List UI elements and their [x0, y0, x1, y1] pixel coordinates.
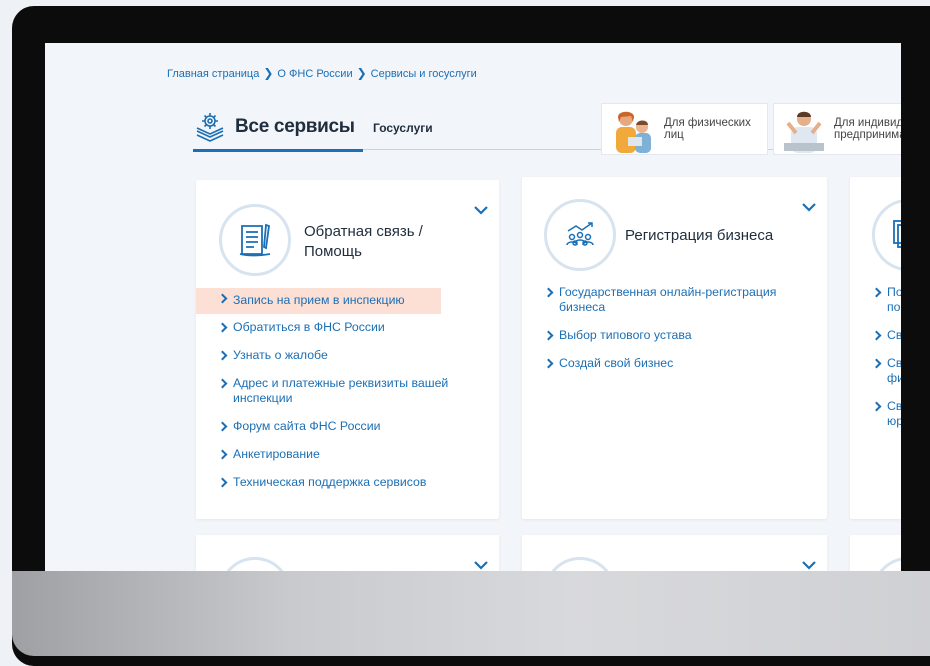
tab-gosuslugi[interactable]: Госуслуги	[373, 121, 433, 135]
breadcrumb-home[interactable]: Главная страница	[167, 68, 259, 80]
business-growth-icon	[566, 222, 594, 246]
chevron-down-icon[interactable]	[801, 559, 817, 571]
breadcrumb: Главная страница ❯ О ФНС России ❯ Сервисы и …	[167, 66, 477, 80]
segment-individuals[interactable]: Для физических лиц	[601, 103, 768, 155]
gear-layers-icon	[196, 113, 224, 142]
link-create-business[interactable]: Создай свой бизнес	[522, 353, 827, 374]
link-partial[interactable]: Св фи	[850, 353, 901, 389]
link-standard-charter[interactable]: Выбор типового устава	[522, 325, 827, 346]
card-title: Обратная связь / Помощь	[304, 223, 423, 260]
link-list: Государственная онлайн-регистрация бизне…	[522, 282, 827, 374]
breadcrumb-current: Сервисы и госуслуги	[370, 68, 477, 80]
document-pen-icon	[239, 223, 271, 257]
link-forum[interactable]: Форум сайта ФНС России	[196, 416, 499, 437]
card-partial-right: По по Св Св фи Св юр	[850, 177, 901, 519]
segment-individuals-label: Для физических лиц	[664, 117, 751, 141]
card-business-registration: Регистрация бизнеса Государственная онла…	[522, 177, 827, 519]
card-icon-circle	[544, 557, 616, 571]
link-list: Запись на прием в инспекцию Обратиться в…	[196, 288, 499, 493]
card-icon-circle	[219, 204, 291, 276]
link-inspection-address[interactable]: Адрес и платежные реквизиты вашей инспек…	[196, 373, 499, 409]
card-feedback-help: Обратная связь / Помощь Запись на прием …	[196, 180, 499, 519]
segment-entrepreneurs[interactable]: Для индивидуальных предпринимателей	[773, 103, 901, 155]
laptop-base	[12, 571, 930, 656]
link-appointment[interactable]: Запись на прием в инспекцию	[196, 288, 441, 314]
link-tech-support[interactable]: Техническая поддержка сервисов	[196, 472, 499, 493]
card-icon-circle	[219, 557, 291, 571]
card-icon-circle	[544, 199, 616, 271]
breadcrumb-separator: ❯	[356, 66, 367, 80]
card-bottom-3	[850, 535, 901, 571]
segment-entrepreneurs-label: Для индивидуальных предпринимателей	[834, 117, 901, 141]
tab-all-services-label: Все сервисы	[235, 116, 355, 137]
chevron-down-icon[interactable]	[801, 201, 817, 213]
card-bottom-1	[196, 535, 499, 571]
family-photo-icon	[616, 111, 651, 153]
tab-all-services[interactable]: Все сервисы	[193, 105, 363, 152]
breadcrumb-separator: ❯	[263, 66, 274, 80]
link-partial[interactable]: Св юр	[850, 396, 901, 432]
breadcrumb-about[interactable]: О ФНС России	[277, 68, 352, 80]
chevron-down-icon[interactable]	[473, 204, 489, 216]
link-list: По по Св Св фи Св юр	[850, 282, 901, 432]
link-survey[interactable]: Анкетирование	[196, 444, 499, 465]
browser-screen: Главная страница ❯ О ФНС России ❯ Сервисы и …	[45, 43, 901, 571]
document-stack-icon	[893, 220, 901, 248]
chevron-down-icon[interactable]	[473, 559, 489, 571]
link-partial[interactable]: Св	[850, 325, 901, 346]
card-icon-circle	[872, 557, 901, 571]
link-online-registration[interactable]: Государственная онлайн-регистрация бизне…	[522, 282, 827, 318]
link-contact-fns[interactable]: Обратиться в ФНС России	[196, 317, 499, 338]
link-partial[interactable]: По по	[850, 282, 901, 318]
businessman-photo-icon	[784, 111, 824, 153]
card-bottom-2	[522, 535, 827, 571]
card-icon-circle	[872, 199, 901, 271]
card-title: Регистрация бизнеса	[625, 227, 774, 244]
link-complaint[interactable]: Узнать о жалобе	[196, 345, 499, 366]
